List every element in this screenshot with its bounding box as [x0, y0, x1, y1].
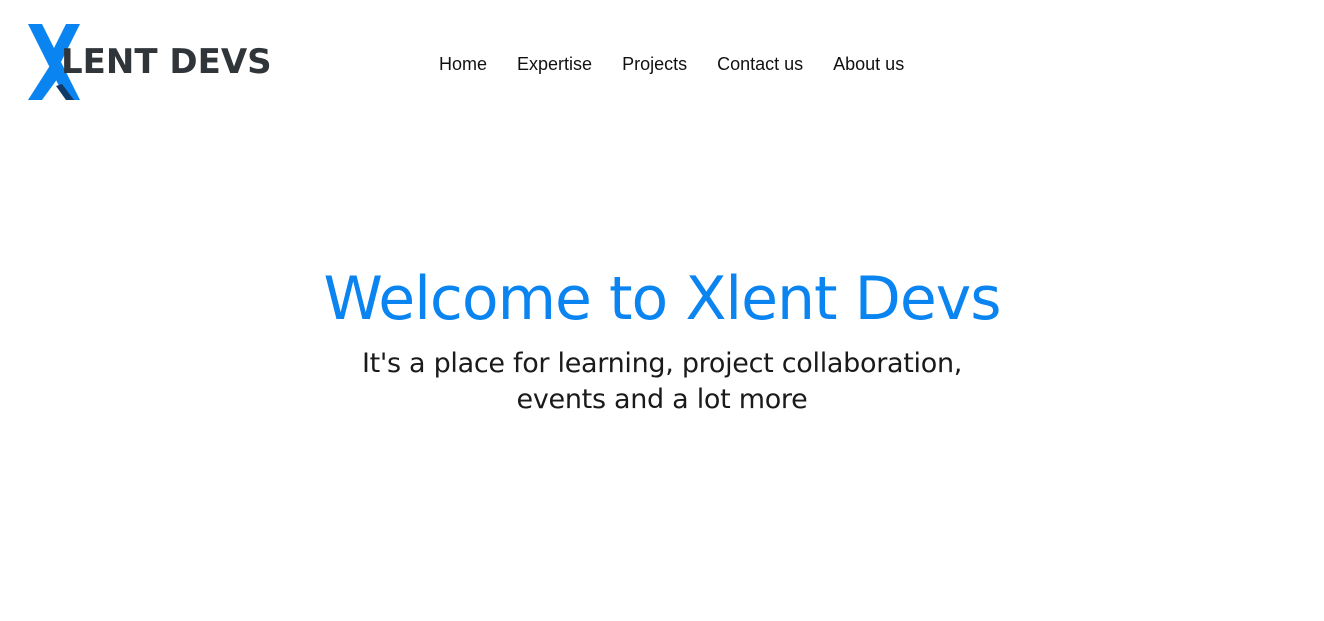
nav-item-projects[interactable]: Projects — [622, 52, 687, 76]
main-nav: Home Expertise Projects Contact us About… — [439, 52, 904, 76]
hero-subtitle-line-1: It's a place for learning, project colla… — [361, 348, 963, 379]
nav-item-expertise[interactable]: Expertise — [517, 52, 592, 76]
hero-subtitle-line-2: events and a lot more — [516, 384, 808, 415]
hero-title: Welcome to Xlent Devs — [323, 264, 1001, 334]
logo-text: LENT DEVS — [61, 42, 272, 82]
site-header: LENT DEVS Home Expertise Projects Contac… — [0, 0, 1324, 120]
page: LENT DEVS Home Expertise Projects Contac… — [0, 0, 1324, 621]
site-logo[interactable]: LENT DEVS — [28, 24, 272, 100]
hero-section: Welcome to Xlent Devs It's a place for l… — [0, 262, 1324, 418]
hero-subtitle: It's a place for learning, project colla… — [342, 346, 982, 418]
nav-item-home[interactable]: Home — [439, 52, 487, 76]
nav-item-contact-us[interactable]: Contact us — [717, 52, 803, 76]
nav-item-about-us[interactable]: About us — [833, 52, 904, 76]
